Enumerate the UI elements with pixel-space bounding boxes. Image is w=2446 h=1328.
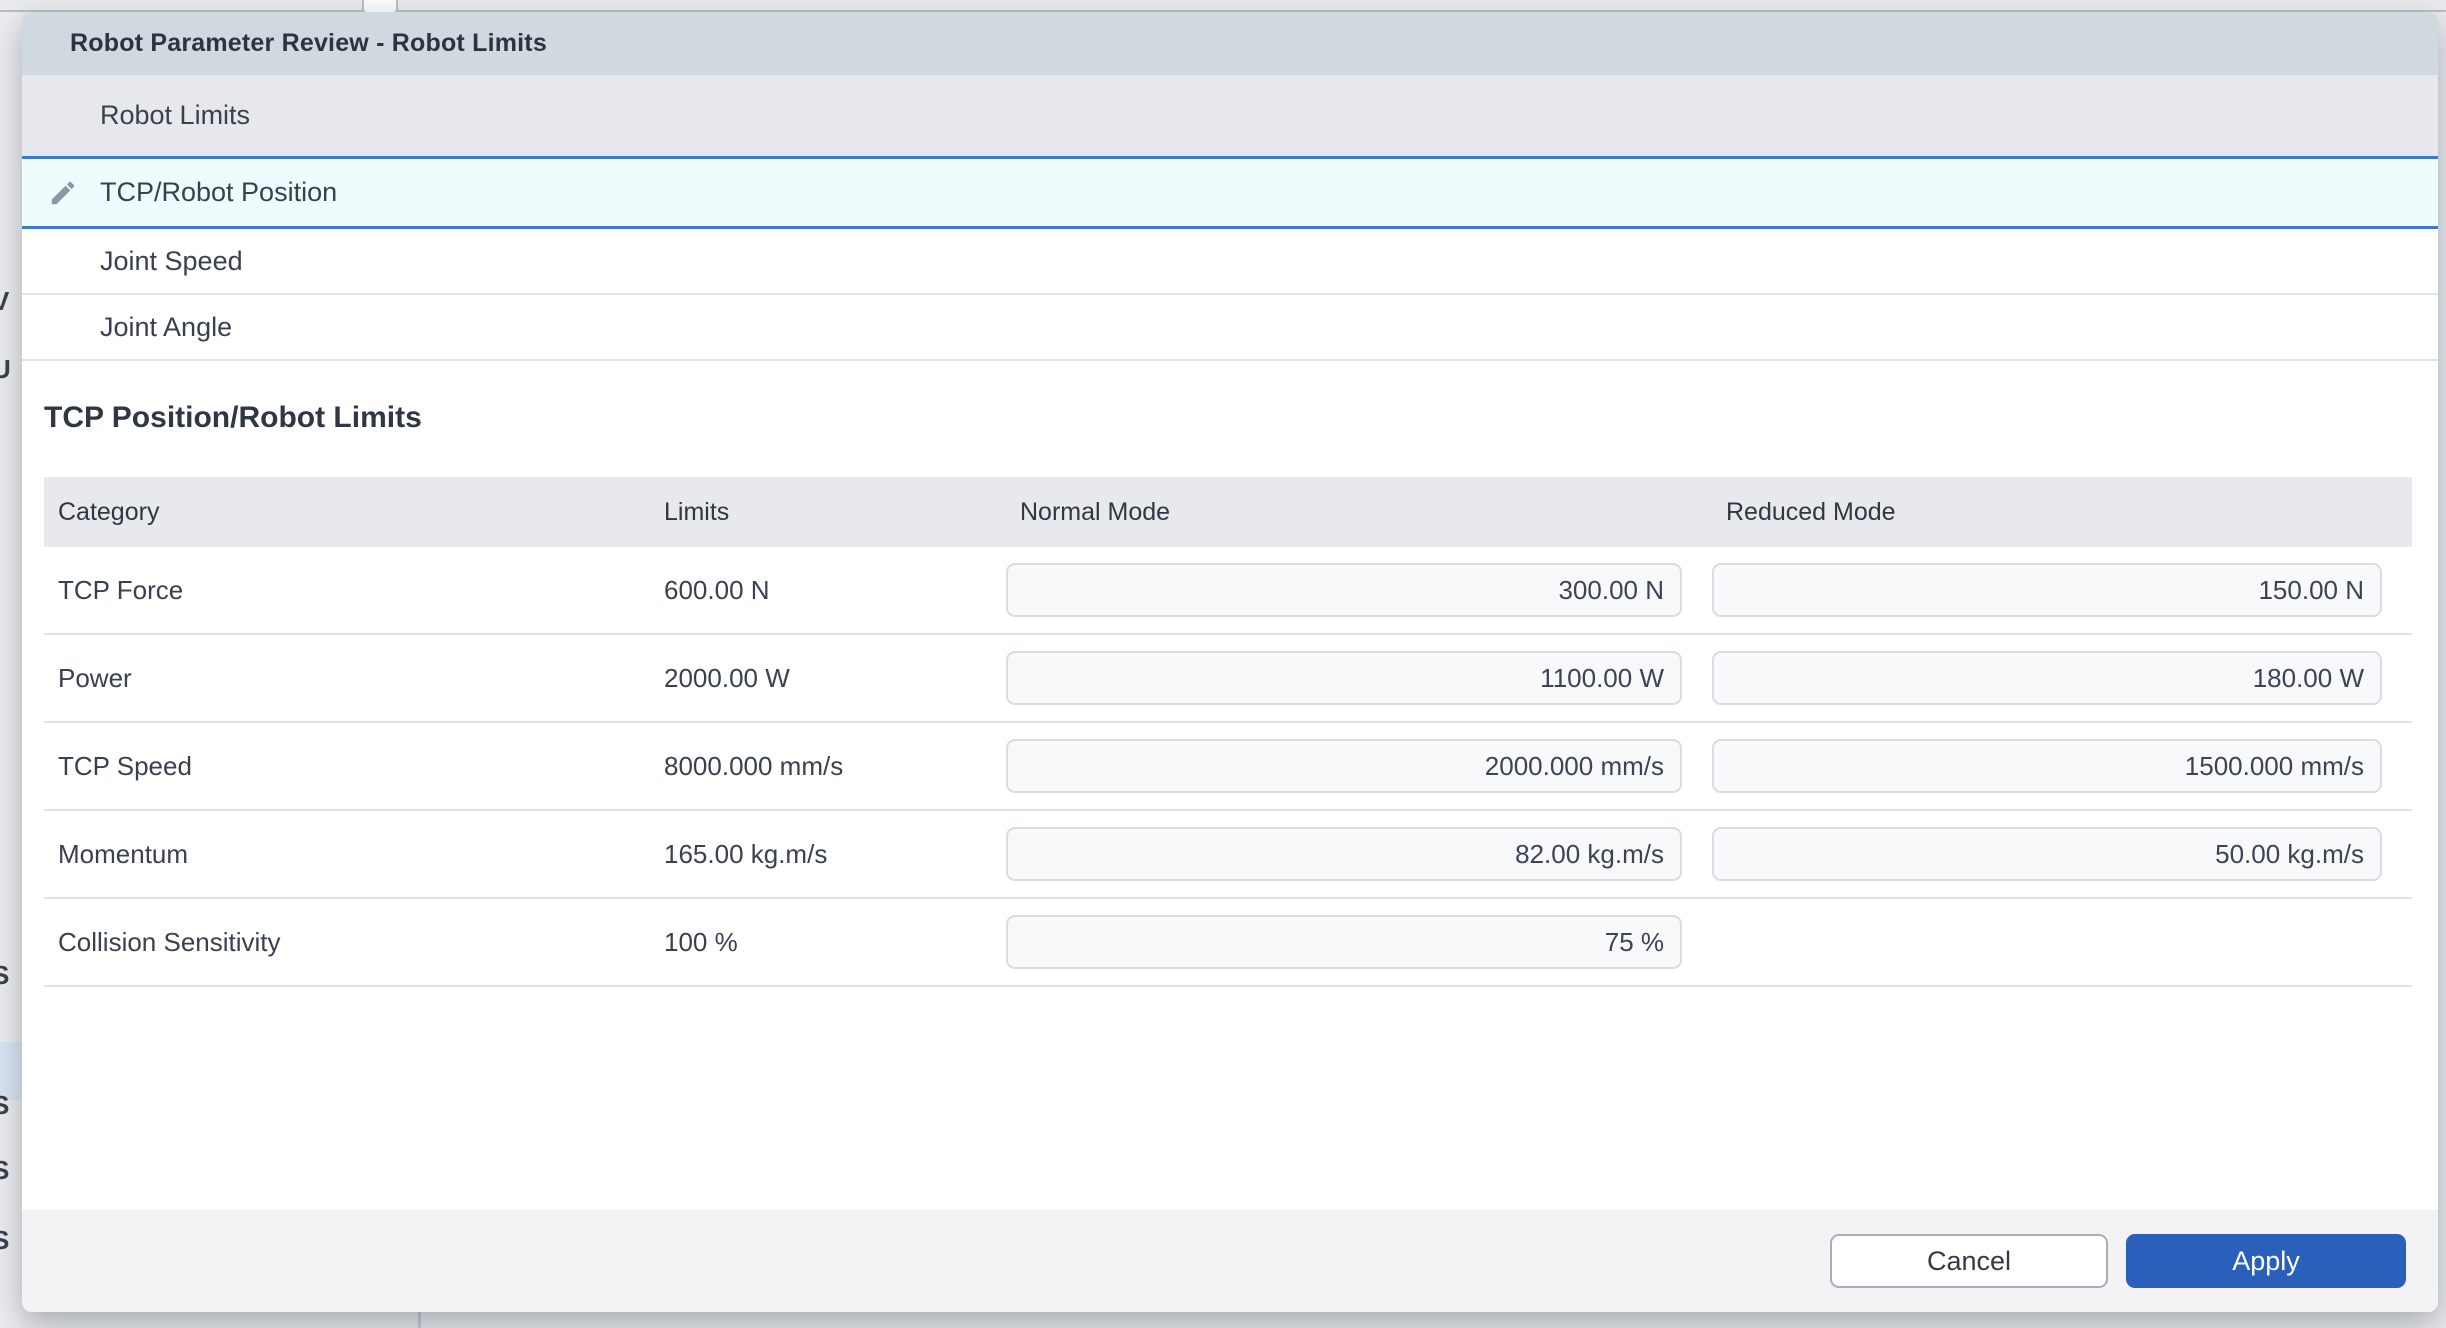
- nav-item-label: Joint Speed: [22, 246, 243, 277]
- background-text-fragment: l: [0, 226, 22, 257]
- background-left-column: lIlVUll---SISSS: [0, 12, 22, 1328]
- background-text-fragment: l: [0, 103, 22, 134]
- category-label: Momentum: [44, 839, 650, 870]
- background-text-fragment: V: [0, 286, 22, 317]
- robot-parameter-review-dialog: Robot Parameter Review - Robot Limits Ro…: [22, 12, 2438, 1312]
- table-row-tcp-force: TCP Force 600.00 N: [44, 547, 2412, 635]
- background-text-fragment: -: [0, 556, 22, 587]
- category-label: Power: [44, 663, 650, 694]
- category-label: TCP Speed: [44, 751, 650, 782]
- limit-value: 2000.00 W: [650, 663, 1006, 694]
- limit-value: 8000.000 mm/s: [650, 751, 1006, 782]
- background-text-fragment: -: [0, 688, 22, 719]
- reduced-mode-input[interactable]: [1712, 563, 2382, 617]
- background-text-fragment: S: [0, 1090, 22, 1121]
- nav-item-joint-angle[interactable]: Joint Angle: [22, 295, 2438, 361]
- cancel-button[interactable]: Cancel: [1830, 1234, 2108, 1288]
- background-text-fragment: l: [0, 424, 22, 455]
- nav-item-label: Joint Angle: [22, 312, 232, 343]
- normal-mode-input[interactable]: [1006, 563, 1682, 617]
- table-row-collision-sensitivity: Collision Sensitivity 100 %: [44, 899, 2412, 987]
- reduced-mode-input[interactable]: [1712, 827, 2382, 881]
- column-header-reduced-mode: Reduced Mode: [1712, 498, 2412, 527]
- normal-mode-input[interactable]: [1006, 915, 1682, 969]
- table-row-power: Power 2000.00 W: [44, 635, 2412, 723]
- pencil-icon: [48, 178, 78, 208]
- column-header-limits: Limits: [650, 498, 1006, 527]
- category-label: TCP Force: [44, 575, 650, 606]
- background-text-fragment: U: [0, 354, 22, 385]
- background-text-fragment: S: [0, 960, 22, 991]
- nav-item-joint-speed[interactable]: Joint Speed: [22, 229, 2438, 295]
- reduced-mode-input[interactable]: [1712, 739, 2382, 793]
- table-header-row: Category Limits Normal Mode Reduced Mode: [44, 477, 2412, 547]
- column-header-normal-mode: Normal Mode: [1006, 498, 1712, 527]
- background-text-fragment: l: [0, 492, 22, 523]
- table-row-momentum: Momentum 165.00 kg.m/s: [44, 811, 2412, 899]
- table-row-tcp-speed: TCP Speed 8000.000 mm/s: [44, 723, 2412, 811]
- section-title: TCP Position/Robot Limits: [44, 401, 2438, 435]
- limit-value: 100 %: [650, 927, 1006, 958]
- background-text-fragment: S: [0, 1225, 22, 1256]
- reduced-mode-input[interactable]: [1712, 651, 2382, 705]
- nav-item-robot-limits[interactable]: Robot Limits: [22, 75, 2438, 156]
- column-header-category: Category: [44, 498, 650, 527]
- limit-value: 165.00 kg.m/s: [650, 839, 1006, 870]
- background-column-divider: [418, 1312, 421, 1328]
- limit-value: 600.00 N: [650, 575, 1006, 606]
- apply-button[interactable]: Apply: [2126, 1234, 2406, 1288]
- dialog-titlebar: Robot Parameter Review - Robot Limits: [22, 12, 2438, 75]
- dialog-content: TCP Position/Robot Limits Category Limit…: [22, 361, 2438, 1210]
- background-text-fragment: -: [0, 620, 22, 651]
- background-text-fragment: I: [0, 160, 22, 191]
- dialog-title: Robot Parameter Review - Robot Limits: [22, 29, 547, 58]
- dialog-footer: Cancel Apply: [22, 1210, 2438, 1312]
- normal-mode-input[interactable]: [1006, 739, 1682, 793]
- nav-item-tcp-robot-position[interactable]: TCP/Robot Position: [22, 156, 2438, 229]
- background-text-fragment: I: [0, 1030, 22, 1061]
- normal-mode-input[interactable]: [1006, 827, 1682, 881]
- background-text-fragment: S: [0, 1155, 22, 1186]
- limits-table: Category Limits Normal Mode Reduced Mode…: [44, 477, 2412, 987]
- category-label: Collision Sensitivity: [44, 927, 650, 958]
- normal-mode-input[interactable]: [1006, 651, 1682, 705]
- nav-item-label: Robot Limits: [22, 100, 250, 131]
